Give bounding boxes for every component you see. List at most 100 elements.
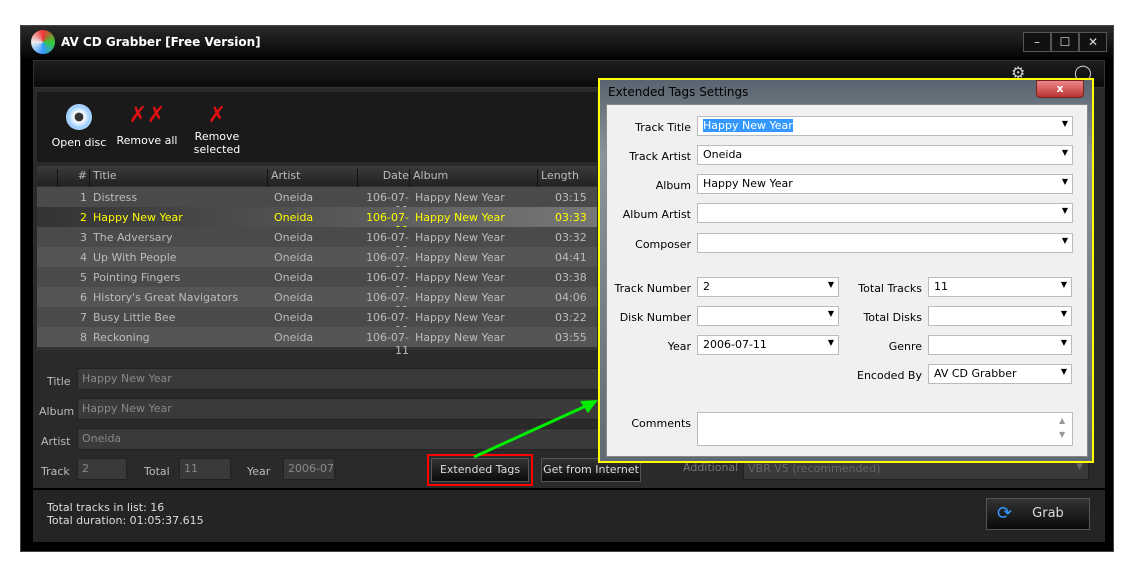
- col-number[interactable]: #: [57, 169, 87, 187]
- track-title: Happy New Year: [93, 211, 183, 224]
- track-number: 7: [80, 311, 87, 324]
- album-artist-label: Album Artist: [622, 208, 691, 221]
- track-title: Pointing Fingers: [93, 271, 181, 284]
- dropdown-arrow-icon[interactable]: ▼: [1062, 206, 1068, 215]
- track-title: Distress: [93, 191, 138, 204]
- track-table: # Title Artist Date Album Length 1 Distre…: [37, 166, 597, 357]
- year-label: Year: [667, 340, 691, 353]
- comments-textarea[interactable]: [697, 412, 1073, 446]
- track-number: 5: [80, 271, 87, 284]
- preset-value: VBR V5 (recommended): [748, 462, 881, 475]
- status-bar: Total tracks in list: 16 Total duration:…: [33, 490, 1105, 542]
- double-x-icon: ✗✗: [128, 103, 166, 128]
- track-artist: Oneida: [274, 331, 314, 344]
- annotation-arrow: [473, 400, 598, 459]
- track-label: Track: [41, 465, 70, 478]
- track-title: Reckoning: [93, 331, 150, 344]
- year-value: 2006-07-11: [703, 338, 767, 351]
- col-title[interactable]: Title: [89, 169, 117, 187]
- disc-icon: [66, 104, 92, 130]
- col-date[interactable]: Date: [357, 169, 409, 187]
- dropdown-arrow-icon[interactable]: ▼: [1061, 309, 1067, 318]
- dropdown-arrow-icon: ▼: [1076, 462, 1083, 472]
- dialog-title: Extended Tags Settings: [608, 85, 749, 99]
- track-title-value: Happy New Year: [703, 119, 793, 132]
- dropdown-arrow-icon[interactable]: ▼: [1062, 236, 1068, 245]
- table-row[interactable]: 2Happy New YearOneida106-07-11Happy New …: [37, 207, 597, 237]
- table-row[interactable]: 8 Reckoning Oneida 106-07-11 Happy New Year 0…: [37, 327, 597, 357]
- remove-all-button[interactable]: ✗✗ Remove all: [107, 94, 187, 160]
- total-field[interactable]: 11: [179, 458, 231, 480]
- total-disks-combo[interactable]: ▼: [928, 306, 1072, 326]
- track-album: Happy New Year: [415, 251, 505, 264]
- track-number: 6: [80, 291, 87, 304]
- minimize-button[interactable]: –: [1023, 32, 1051, 52]
- album-combo[interactable]: Happy New Year ▼: [697, 174, 1073, 194]
- track-album: Happy New Year: [415, 311, 505, 324]
- table-row[interactable]: 7Busy Little BeeOneida106-07-11Happy New…: [37, 307, 597, 337]
- track-field[interactable]: 2: [77, 458, 127, 480]
- dropdown-arrow-icon[interactable]: ▼: [1062, 148, 1068, 157]
- title-field[interactable]: Happy New Year: [77, 368, 637, 390]
- encoded-by-combo[interactable]: AV CD Grabber ▼: [928, 364, 1072, 384]
- track-number: 2: [80, 211, 87, 224]
- total-disks-label: Total Disks: [863, 311, 922, 324]
- dropdown-arrow-icon[interactable]: ▼: [1062, 119, 1068, 128]
- arrow-line: [473, 403, 589, 459]
- dropdown-arrow-icon[interactable]: ▼: [1061, 280, 1067, 289]
- track-artist: Oneida: [274, 211, 314, 224]
- track-artist: Oneida: [274, 291, 314, 304]
- track-title-combo[interactable]: Happy New Year ▼: [697, 116, 1073, 136]
- total-tracks-value: 11: [934, 280, 948, 293]
- open-disc-label: Open disc: [51, 136, 107, 149]
- year-field[interactable]: 2006-07-: [283, 458, 335, 480]
- maximize-button[interactable]: ☐: [1051, 32, 1079, 52]
- dialog-close-button[interactable]: x: [1036, 80, 1084, 98]
- total-tracks-combo[interactable]: 11 ▼: [928, 277, 1072, 297]
- dropdown-arrow-icon[interactable]: ▼: [1062, 177, 1068, 186]
- table-row[interactable]: 1DistressOneida106-07-11Happy New Year03…: [37, 187, 597, 217]
- total-tracks-text: Total tracks in list: 16: [47, 501, 165, 514]
- track-number-value: 2: [703, 280, 710, 293]
- grab-button[interactable]: ⟳ Grab: [986, 498, 1090, 530]
- track-number: 1: [80, 191, 87, 204]
- track-album: Happy New Year: [415, 211, 505, 224]
- remove-selected-label-2: selected: [193, 143, 241, 156]
- track-artist: Oneida: [274, 251, 314, 264]
- total-duration-text: Total duration: 01:05:37.615: [47, 514, 204, 527]
- track-artist-combo[interactable]: Oneida ▼: [697, 145, 1073, 165]
- comments-scrollbar[interactable]: ▲ ▼: [1059, 414, 1065, 442]
- title-label: Title: [47, 375, 71, 388]
- composer-combo[interactable]: ▼: [697, 233, 1073, 253]
- track-title: Up With People: [93, 251, 177, 264]
- track-date: 106-07-11: [366, 331, 409, 357]
- album-label: Album: [655, 179, 691, 192]
- track-artist-value: Oneida: [703, 148, 743, 161]
- app-logo-icon: [31, 30, 55, 54]
- window-title: AV CD Grabber [Free Version]: [61, 35, 261, 49]
- dropdown-arrow-icon[interactable]: ▼: [1061, 367, 1067, 376]
- genre-combo[interactable]: ▼: [928, 335, 1072, 355]
- album-artist-combo[interactable]: ▼: [697, 203, 1073, 223]
- dropdown-arrow-icon[interactable]: ▼: [1061, 338, 1067, 347]
- table-header: # Title Artist Date Album Length: [37, 166, 597, 187]
- table-row[interactable]: 6 History's Great Navigators Oneida 106-07-…: [37, 287, 597, 317]
- album-label: Album: [39, 405, 75, 418]
- table-row[interactable]: 5Pointing FingersOneida106-07-11Happy Ne…: [37, 267, 597, 297]
- table-row[interactable]: 4Up With PeopleOneida106-07-11Happy New …: [37, 247, 597, 277]
- composer-label: Composer: [635, 238, 691, 251]
- remove-selected-button[interactable]: ✗ Remove selected: [177, 94, 257, 160]
- col-artist[interactable]: Artist: [267, 169, 300, 187]
- col-album[interactable]: Album: [409, 169, 448, 187]
- track-title-label: Track Title: [635, 121, 691, 134]
- remove-all-label: Remove all: [116, 134, 178, 147]
- track-number: 3: [80, 231, 87, 244]
- track-title: The Adversary: [93, 231, 173, 244]
- close-button[interactable]: ✕: [1079, 32, 1107, 52]
- table-row[interactable]: 3The AdversaryOneida106-07-11Happy New Y…: [37, 227, 597, 257]
- encoded-by-label: Encoded By: [857, 369, 922, 382]
- disk-number-label: Disk Number: [619, 311, 691, 324]
- track-artist-label: Track Artist: [629, 150, 691, 163]
- remove-selected-label-1: Remove: [194, 130, 240, 143]
- track-artist: Oneida: [274, 271, 314, 284]
